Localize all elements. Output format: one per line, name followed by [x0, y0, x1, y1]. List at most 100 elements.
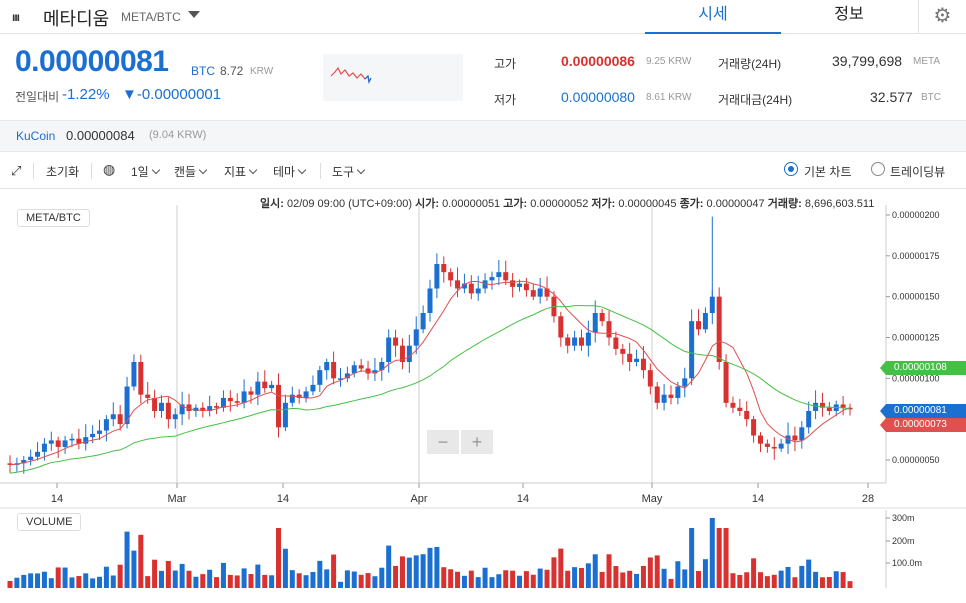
volume-bar — [696, 571, 702, 588]
candle-body — [455, 280, 461, 289]
tab-info[interactable]: 정보 — [781, 0, 917, 34]
low-label: 저가 — [494, 93, 517, 107]
volume-bar — [220, 562, 226, 588]
volume-bar — [310, 571, 316, 588]
volume-bar — [276, 528, 282, 588]
tab-price[interactable]: 시세 — [645, 0, 781, 34]
candle-body — [83, 437, 89, 444]
candle-body — [813, 402, 819, 411]
candle-body — [510, 280, 516, 287]
zoom-in-button[interactable]: + — [461, 430, 493, 454]
volume-bar — [551, 557, 557, 588]
volume-bar — [41, 571, 47, 588]
candle-body — [668, 394, 674, 398]
exchange-name[interactable]: KuCoin — [16, 129, 55, 143]
volume-bar — [785, 566, 791, 588]
volume-unit: META — [913, 56, 941, 67]
candle-body — [517, 283, 523, 287]
trading-view-label[interactable]: 트레이딩뷰 — [890, 163, 945, 180]
basic-chart-label[interactable]: 기본 차트 — [804, 163, 852, 180]
candle-body — [48, 440, 54, 444]
volume-bar — [689, 528, 695, 588]
volume-bar — [399, 556, 405, 588]
candle-select[interactable]: 캔들 — [174, 163, 208, 180]
basic-chart-radio[interactable] — [784, 162, 798, 176]
candle-body — [565, 337, 571, 346]
volume-bar — [826, 576, 832, 588]
candle-body — [764, 443, 770, 447]
volume-bar — [103, 566, 109, 588]
high-label: 고가 — [494, 57, 517, 71]
candle-body — [572, 337, 578, 346]
volume-bar — [351, 571, 357, 588]
volume-bar — [145, 576, 151, 588]
globe-icon[interactable]: ◍ — [103, 161, 115, 178]
y-tick-label: 0.00000175 — [892, 251, 940, 261]
candle-body — [771, 446, 777, 449]
volume-bar — [179, 563, 185, 588]
volume-bar — [723, 528, 729, 588]
volume-bar — [475, 577, 481, 588]
volume-bar — [813, 571, 819, 588]
candle-body — [689, 321, 695, 379]
current-price: 0.00000081 — [15, 45, 169, 78]
volume-bar — [510, 570, 516, 588]
price-chart[interactable]: 0.00000200 0.00000175 0.00000150 0.00000125… — [0, 205, 966, 603]
volume-bar — [627, 570, 633, 588]
volume-bar — [289, 570, 295, 588]
candle-body — [41, 443, 47, 452]
volume-bar — [331, 554, 337, 588]
volume-bar — [585, 563, 591, 588]
volume-bar — [709, 518, 715, 588]
candle-body — [138, 362, 144, 395]
candle-body — [468, 283, 474, 294]
volume-bar — [434, 546, 440, 588]
candle-body — [751, 419, 757, 436]
volume-bar — [296, 573, 302, 588]
candle-body — [716, 296, 722, 362]
y-tick-label: 0.00000125 — [892, 333, 940, 343]
volume-bar — [654, 555, 660, 588]
volume-bar — [792, 577, 798, 588]
candle-body — [158, 402, 164, 411]
volume-bar — [744, 572, 750, 588]
chevron-down-icon — [248, 165, 258, 175]
volume-bar — [517, 575, 523, 588]
trading-view-radio[interactable] — [871, 162, 885, 176]
candle-body — [503, 272, 509, 281]
candle-body — [620, 348, 626, 354]
chevron-down-icon[interactable] — [188, 11, 200, 18]
candle-body — [441, 264, 447, 273]
change-absolute: ▼-0.00000001 — [122, 86, 222, 103]
reset-button[interactable]: 초기화 — [46, 163, 79, 180]
volume-bar — [544, 569, 550, 588]
indicator-select[interactable]: 지표 — [224, 163, 258, 180]
volume-bar — [702, 559, 708, 588]
coin-pair: META/BTC — [121, 10, 181, 24]
indicator-label: 지표 — [224, 165, 247, 179]
x-tick-label: Mar — [168, 493, 187, 505]
volume-bar — [468, 570, 474, 588]
volume-tick-label: 100.0m — [892, 558, 922, 568]
candle-body — [110, 414, 116, 420]
volume-bar — [110, 575, 116, 588]
volume-bar — [737, 574, 743, 588]
tools-select[interactable]: 도구 — [332, 163, 366, 180]
volume-bar — [461, 575, 467, 588]
exchange-price: 0.00000084 — [66, 128, 135, 143]
mini-chart — [323, 54, 463, 101]
volume-bar — [131, 550, 137, 588]
candle-body — [358, 365, 364, 369]
volume-bar — [83, 573, 89, 588]
zoom-out-button[interactable]: − — [427, 430, 459, 454]
volume-bar — [757, 572, 763, 588]
volume-bar — [269, 575, 275, 588]
interval-select[interactable]: 1일 — [131, 163, 160, 180]
candle-body — [634, 358, 640, 362]
gear-icon[interactable]: ⚙ — [918, 0, 966, 34]
theme-select[interactable]: 테마 — [273, 163, 307, 180]
low-krw: 8.61 KRW — [646, 92, 692, 103]
fullscreen-icon[interactable]: ⤢ — [11, 163, 21, 179]
x-tick-label: May — [642, 493, 663, 505]
amount-value: 32.577 — [870, 89, 913, 105]
